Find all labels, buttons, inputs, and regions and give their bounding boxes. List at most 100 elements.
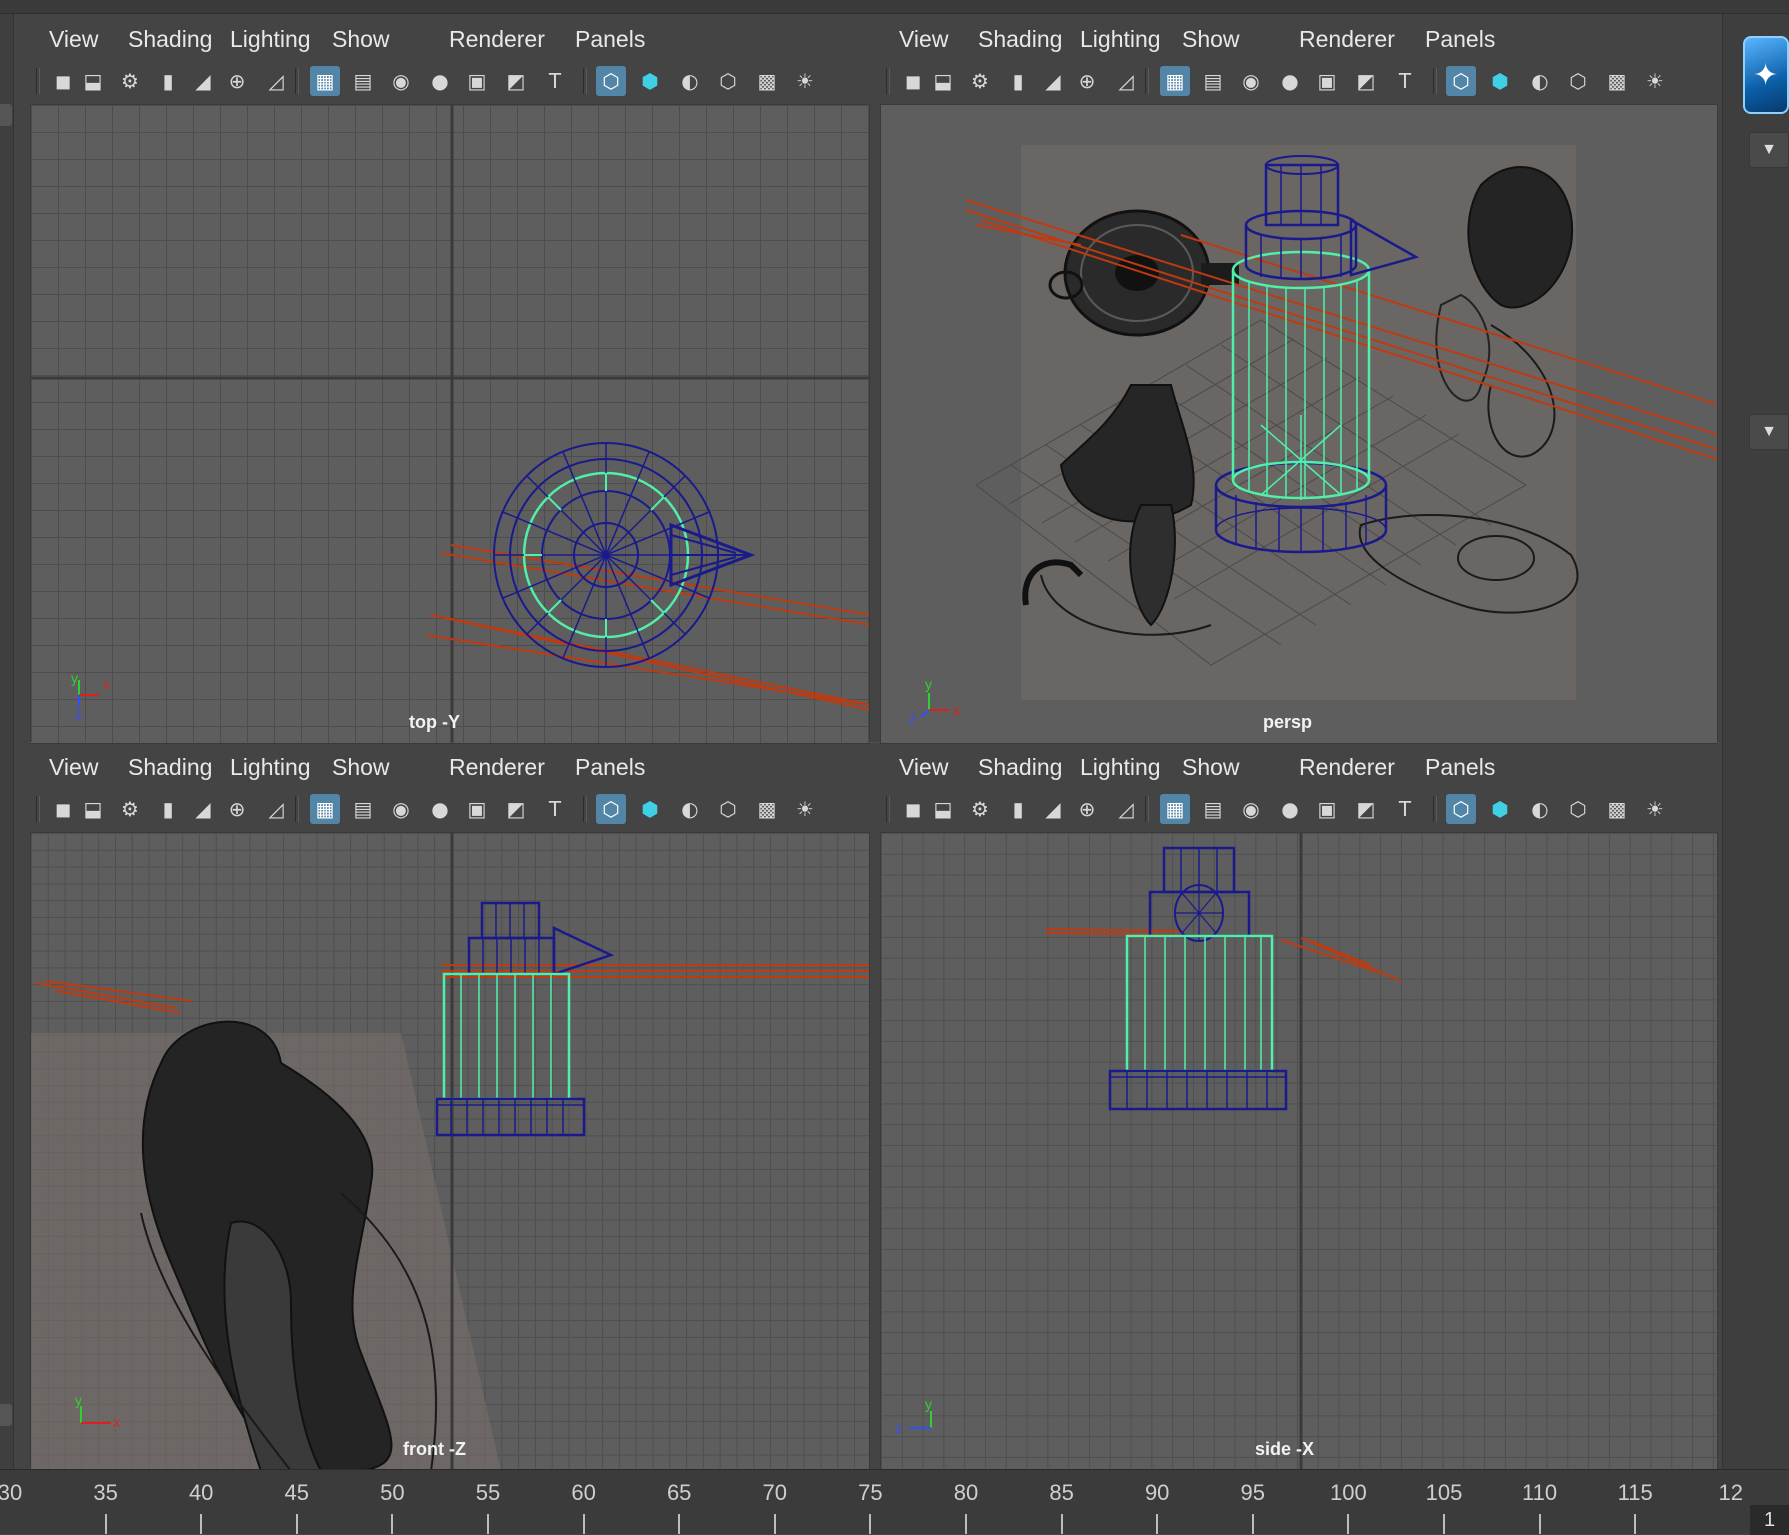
- menu-shading[interactable]: Shading: [978, 26, 1062, 53]
- safe-action-icon[interactable]: ◩: [501, 794, 531, 824]
- grid-icon[interactable]: ▦: [1160, 794, 1190, 824]
- field-chart-icon[interactable]: ▣: [1312, 794, 1342, 824]
- menu-show[interactable]: Show: [1182, 754, 1240, 781]
- xray-icon[interactable]: ▩: [1602, 66, 1632, 96]
- grease-pencil-icon[interactable]: ◢: [1038, 66, 1068, 96]
- safe-title-icon[interactable]: T: [1390, 66, 1420, 96]
- use-default-material-icon[interactable]: ◐: [1525, 66, 1555, 96]
- viewport-persp[interactable]: y x z persp: [880, 104, 1718, 744]
- wireframe-on-shaded-icon[interactable]: ⬡: [1563, 794, 1593, 824]
- menu-view[interactable]: View: [899, 754, 948, 781]
- wireframe-on-shaded-icon[interactable]: ⬡: [713, 794, 743, 824]
- field-chart-icon[interactable]: ▣: [462, 794, 492, 824]
- xray-icon[interactable]: ▩: [1602, 794, 1632, 824]
- film-gate-icon[interactable]: ▤: [348, 66, 378, 96]
- 2d-pan-zoom-icon[interactable]: ⊕: [222, 794, 252, 824]
- menu-view[interactable]: View: [49, 26, 98, 53]
- wireframe-icon[interactable]: ⬡: [596, 66, 626, 96]
- smooth-shade-icon[interactable]: ⬢: [1485, 66, 1515, 96]
- gate-mask-icon[interactable]: ●: [1275, 66, 1305, 96]
- menu-view[interactable]: View: [49, 754, 98, 781]
- menu-lighting[interactable]: Lighting: [1080, 754, 1161, 781]
- menu-panels[interactable]: Panels: [1425, 26, 1495, 53]
- lighting-icon[interactable]: ☀: [790, 66, 820, 96]
- 2d-pan-zoom-icon[interactable]: ⊕: [1072, 794, 1102, 824]
- wireframe-on-shaded-icon[interactable]: ⬡: [1563, 66, 1593, 96]
- gutter-handle[interactable]: [0, 1404, 12, 1426]
- grease-pencil-icon[interactable]: ◢: [1038, 794, 1068, 824]
- menu-shading[interactable]: Shading: [128, 754, 212, 781]
- lighting-icon[interactable]: ☀: [790, 794, 820, 824]
- menu-view[interactable]: View: [899, 26, 948, 53]
- smooth-shade-icon[interactable]: ⬢: [635, 794, 665, 824]
- maya-logo-icon[interactable]: ✦: [1743, 36, 1789, 114]
- menu-renderer[interactable]: Renderer: [1299, 754, 1395, 781]
- time-slider[interactable]: 1 30 35 40 45 50 55 60 65 70 75 80 85 90 95 100 105 110 1…: [0, 1469, 1789, 1535]
- grease-pencil-icon[interactable]: ◢: [188, 794, 218, 824]
- menu-shading[interactable]: Shading: [128, 26, 212, 53]
- safe-title-icon[interactable]: T: [1390, 794, 1420, 824]
- image-plane-icon[interactable]: ◿: [1111, 794, 1141, 824]
- grid-icon[interactable]: ▦: [310, 794, 340, 824]
- viewport-front[interactable]: y x front -Z: [30, 832, 870, 1470]
- camera-attributes-icon[interactable]: ⚙: [965, 794, 995, 824]
- camera-lock-icon[interactable]: ⬓: [928, 794, 958, 824]
- camera-attributes-icon[interactable]: ⚙: [965, 66, 995, 96]
- bookmark-icon[interactable]: ▮: [153, 66, 183, 96]
- use-default-material-icon[interactable]: ◐: [675, 66, 705, 96]
- menu-lighting[interactable]: Lighting: [230, 754, 311, 781]
- camera-icon[interactable]: ◼: [48, 794, 78, 824]
- resolution-gate-icon[interactable]: ◉: [386, 794, 416, 824]
- lighting-icon[interactable]: ☀: [1640, 794, 1670, 824]
- viewport-side[interactable]: y z side -X: [880, 832, 1718, 1470]
- menu-show[interactable]: Show: [332, 26, 390, 53]
- field-chart-icon[interactable]: ▣: [1312, 66, 1342, 96]
- safe-title-icon[interactable]: T: [540, 66, 570, 96]
- menu-renderer[interactable]: Renderer: [449, 754, 545, 781]
- menu-lighting[interactable]: Lighting: [230, 26, 311, 53]
- chevron-down-icon[interactable]: ▼: [1749, 132, 1789, 168]
- use-default-material-icon[interactable]: ◐: [1525, 794, 1555, 824]
- safe-action-icon[interactable]: ◩: [1351, 794, 1381, 824]
- 2d-pan-zoom-icon[interactable]: ⊕: [222, 66, 252, 96]
- menu-panels[interactable]: Panels: [575, 754, 645, 781]
- menu-lighting[interactable]: Lighting: [1080, 26, 1161, 53]
- film-gate-icon[interactable]: ▤: [348, 794, 378, 824]
- camera-attributes-icon[interactable]: ⚙: [115, 66, 145, 96]
- viewport-top[interactable]: y x z top -Y: [30, 104, 870, 744]
- wireframe-icon[interactable]: ⬡: [1446, 66, 1476, 96]
- resolution-gate-icon[interactable]: ◉: [386, 66, 416, 96]
- field-chart-icon[interactable]: ▣: [462, 66, 492, 96]
- menu-renderer[interactable]: Renderer: [449, 26, 545, 53]
- bookmark-icon[interactable]: ▮: [1003, 66, 1033, 96]
- panel-splitter[interactable]: [30, 742, 1718, 748]
- wireframe-on-shaded-icon[interactable]: ⬡: [713, 66, 743, 96]
- menu-show[interactable]: Show: [332, 754, 390, 781]
- bookmark-icon[interactable]: ▮: [1003, 794, 1033, 824]
- safe-action-icon[interactable]: ◩: [1351, 66, 1381, 96]
- grid-icon[interactable]: ▦: [310, 66, 340, 96]
- menu-panels[interactable]: Panels: [575, 26, 645, 53]
- camera-lock-icon[interactable]: ⬓: [78, 794, 108, 824]
- menu-renderer[interactable]: Renderer: [1299, 26, 1395, 53]
- chevron-down-icon[interactable]: ▼: [1749, 414, 1789, 450]
- bookmark-icon[interactable]: ▮: [153, 794, 183, 824]
- camera-attributes-icon[interactable]: ⚙: [115, 794, 145, 824]
- image-plane-icon[interactable]: ◿: [261, 794, 291, 824]
- safe-action-icon[interactable]: ◩: [501, 66, 531, 96]
- safe-title-icon[interactable]: T: [540, 794, 570, 824]
- current-frame-field[interactable]: 1: [1750, 1505, 1789, 1535]
- xray-icon[interactable]: ▩: [752, 794, 782, 824]
- gate-mask-icon[interactable]: ●: [425, 66, 455, 96]
- gutter-handle[interactable]: [0, 104, 12, 126]
- camera-lock-icon[interactable]: ⬓: [78, 66, 108, 96]
- menu-shading[interactable]: Shading: [978, 754, 1062, 781]
- xray-icon[interactable]: ▩: [752, 66, 782, 96]
- smooth-shade-icon[interactable]: ⬢: [635, 66, 665, 96]
- image-plane-icon[interactable]: ◿: [261, 66, 291, 96]
- use-default-material-icon[interactable]: ◐: [675, 794, 705, 824]
- resolution-gate-icon[interactable]: ◉: [1236, 794, 1266, 824]
- menu-panels[interactable]: Panels: [1425, 754, 1495, 781]
- camera-lock-icon[interactable]: ⬓: [928, 66, 958, 96]
- camera-icon[interactable]: ◼: [898, 794, 928, 824]
